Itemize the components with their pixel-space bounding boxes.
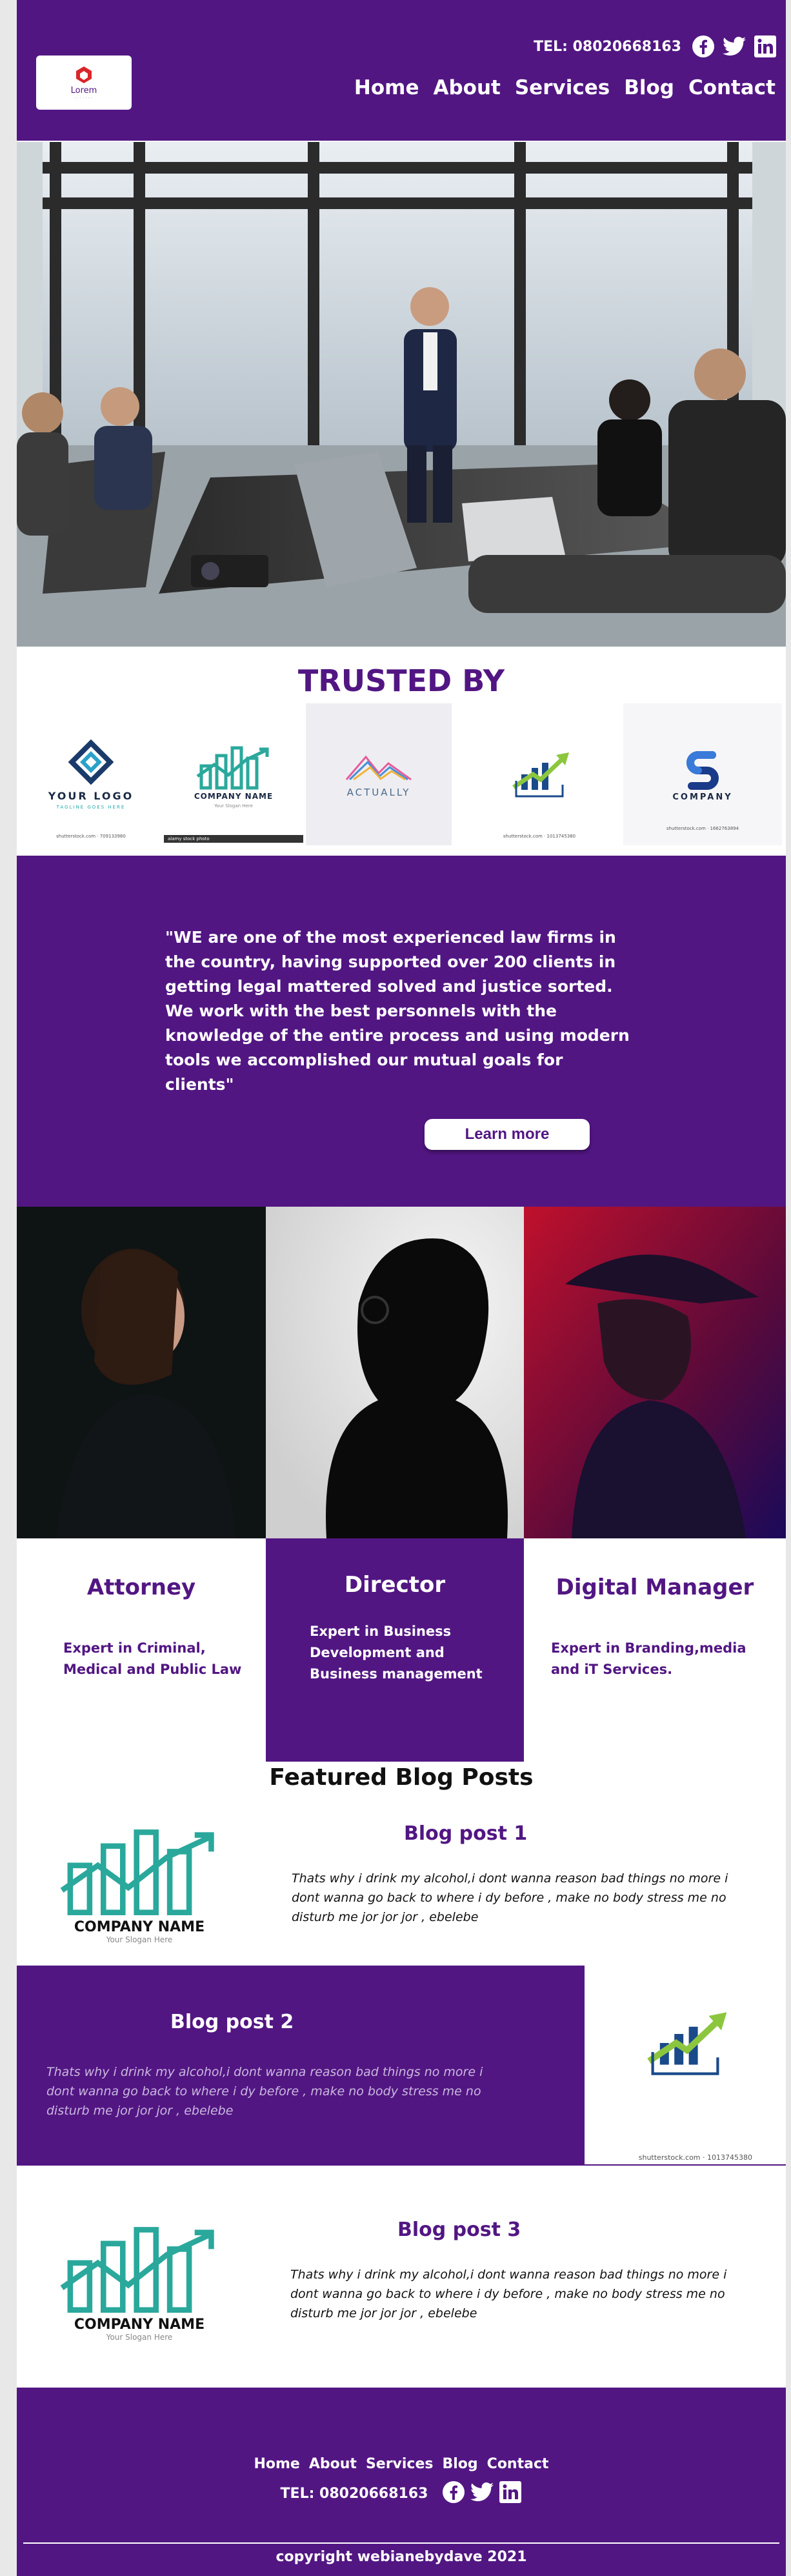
footer-nav-blog[interactable]: Blog — [443, 2456, 478, 2472]
brand-caption: shutterstock.com · 709133980 — [56, 834, 126, 839]
team-card-digital-manager: Digital Manager Expert in Branding,media… — [524, 1538, 786, 1762]
blog-post-2-image: shutterstock.com · 1013745380 — [585, 1966, 786, 2166]
team-photos-image — [17, 1207, 786, 1538]
blog-post-title[interactable]: Blog post 2 — [170, 2011, 294, 2033]
blog-post-excerpt: Thats why i drink my alcohol,i dont wann… — [292, 1871, 728, 1924]
logo-text: Lorem — [70, 85, 97, 96]
logo-tagline: ······· — [74, 95, 94, 101]
footer-nav-home[interactable]: Home — [254, 2456, 299, 2472]
bar-chart-logo-icon — [196, 746, 269, 790]
linkedin-icon[interactable] — [754, 35, 777, 58]
brand-name: COMPANY NAME — [194, 792, 274, 801]
blog-post-1[interactable]: COMPANY NAME Your Slogan Here Blog post … — [17, 1796, 786, 1966]
main-nav: Home About Services Blog Contact — [354, 76, 776, 99]
team-card-desc: Expert in Branding,media and iT Services… — [551, 1640, 746, 1677]
blog-post-title[interactable]: Blog post 1 — [404, 1822, 527, 1845]
facebook-icon[interactable] — [442, 2480, 465, 2506]
about-quote: "WE are one of the most experienced law … — [165, 928, 630, 1094]
footer-nav-contact[interactable]: Contact — [487, 2456, 549, 2472]
company-slogan: Your Slogan Here — [106, 2332, 173, 2342]
nav-services[interactable]: Services — [515, 76, 610, 99]
blog-post-3[interactable]: COMPANY NAME Your Slogan Here Blog post … — [17, 2166, 786, 2388]
brand-logo: ACTUALLY — [306, 703, 452, 845]
blog-heading: Featured Blog Posts — [269, 1764, 534, 1791]
header-tel: TEL: 08020668163 — [534, 38, 681, 55]
brand-tagline: Your Slogan Here — [214, 803, 253, 809]
site-header: Lorem ······· TEL: 08020668163 Home Abou… — [17, 0, 786, 141]
trusted-logos: YOUR LOGO TAGLINE GOES HERE shutterstock… — [17, 703, 786, 845]
blog-post-2[interactable]: Blog post 2 Thats why i drink my alcohol… — [17, 1966, 786, 2166]
brand-name: ACTUALLY — [346, 787, 411, 798]
blog-post-2-panel: Blog post 2 Thats why i drink my alcohol… — [17, 1966, 585, 2166]
facebook-icon[interactable] — [692, 35, 715, 58]
team-card-attorney: Attorney Expert in Criminal, Medical and… — [17, 1538, 266, 1762]
page: Lorem ······· TEL: 08020668163 Home Abou… — [17, 0, 786, 2576]
team-card-desc: Expert in Business Development and Busin… — [310, 1624, 483, 1682]
brand-caption: alamy stock photo — [164, 835, 303, 843]
team-cards: Attorney Expert in Criminal, Medical and… — [17, 1538, 786, 1762]
team-card-desc: Expert in Criminal, Medical and Public L… — [63, 1640, 242, 1677]
bar-chart-logo-icon — [60, 2226, 214, 2313]
brand-caption: shutterstock.com · 1662763894 — [666, 826, 739, 831]
brand-logo: shutterstock.com · 1013745380 — [462, 703, 617, 845]
nav-home[interactable]: Home — [354, 76, 419, 99]
image-caption: shutterstock.com · 1013745380 — [638, 2153, 752, 2162]
trusted-title: TRUSTED BY — [297, 663, 505, 698]
site-logo[interactable]: Lorem ······· — [36, 55, 132, 110]
blog-post-1-image: COMPANY NAME Your Slogan Here — [17, 1796, 262, 1966]
footer-tel: TEL: 08020668163 — [280, 2485, 428, 2502]
bar-chart-logo-icon — [60, 1829, 214, 1915]
brand-logo: COMPANY NAME Your Slogan Here alamy stoc… — [164, 703, 303, 845]
twitter-icon[interactable] — [723, 35, 746, 58]
linkedin-icon[interactable] — [499, 2480, 522, 2506]
logo-mark-icon — [76, 66, 92, 83]
footer-nav-about[interactable]: About — [309, 2456, 357, 2472]
team-card-title: Attorney — [86, 1575, 196, 1600]
team-card-title: Digital Manager — [556, 1575, 754, 1600]
mountain-logo-icon — [345, 755, 412, 781]
nav-about[interactable]: About — [433, 76, 500, 99]
company-name: COMPANY NAME — [74, 2316, 205, 2333]
company-slogan: Your Slogan Here — [106, 1935, 173, 1944]
footer-nav-services[interactable]: Services — [366, 2456, 434, 2472]
nav-blog[interactable]: Blog — [624, 76, 674, 99]
header-contact: TEL: 08020668163 — [534, 35, 777, 58]
footer-contact: TEL: 08020668163 — [17, 2480, 786, 2506]
twitter-icon[interactable] — [470, 2482, 494, 2504]
growth-chart-logo-icon — [647, 2012, 727, 2075]
copyright: copyright webianebydave 2021 — [275, 2549, 527, 2565]
learn-more-button[interactable]: Learn more — [425, 1119, 590, 1150]
growth-chart-logo-icon — [512, 752, 569, 798]
company-name: COMPANY NAME — [74, 1918, 205, 1935]
brand-name: COMPANY — [672, 792, 733, 802]
diamond-logo-icon — [68, 739, 114, 785]
team-card-director: Director Expert in Business Development … — [266, 1538, 524, 1762]
footer-divider — [23, 2542, 779, 2544]
brand-caption: shutterstock.com · 1013745380 — [503, 834, 576, 839]
s-letter-logo-icon — [686, 750, 719, 790]
nav-contact[interactable]: Contact — [688, 76, 776, 99]
hero-image — [17, 142, 786, 647]
team-card-title: Director — [344, 1572, 446, 1598]
about-quote-section: "WE are one of the most experienced law … — [17, 856, 786, 1207]
brand-logo: COMPANY shutterstock.com · 1662763894 — [623, 703, 782, 845]
team-photos — [17, 1207, 786, 1538]
brand-name: YOUR LOGO — [48, 789, 134, 802]
blog-post-excerpt: Thats why i drink my alcohol,i dont wann… — [290, 2268, 727, 2320]
brand-logo: YOUR LOGO TAGLINE GOES HERE shutterstock… — [23, 703, 159, 845]
site-footer: Home About Services Blog Contact TEL: 08… — [17, 2388, 786, 2576]
blog-post-excerpt: Thats why i drink my alcohol,i dont wann… — [46, 2065, 483, 2118]
brand-tagline: TAGLINE GOES HERE — [56, 804, 126, 810]
blog-post-title[interactable]: Blog post 3 — [397, 2219, 521, 2241]
blog-post-3-image: COMPANY NAME Your Slogan Here — [17, 2191, 262, 2366]
footer-nav: Home About Services Blog Contact — [17, 2456, 786, 2472]
